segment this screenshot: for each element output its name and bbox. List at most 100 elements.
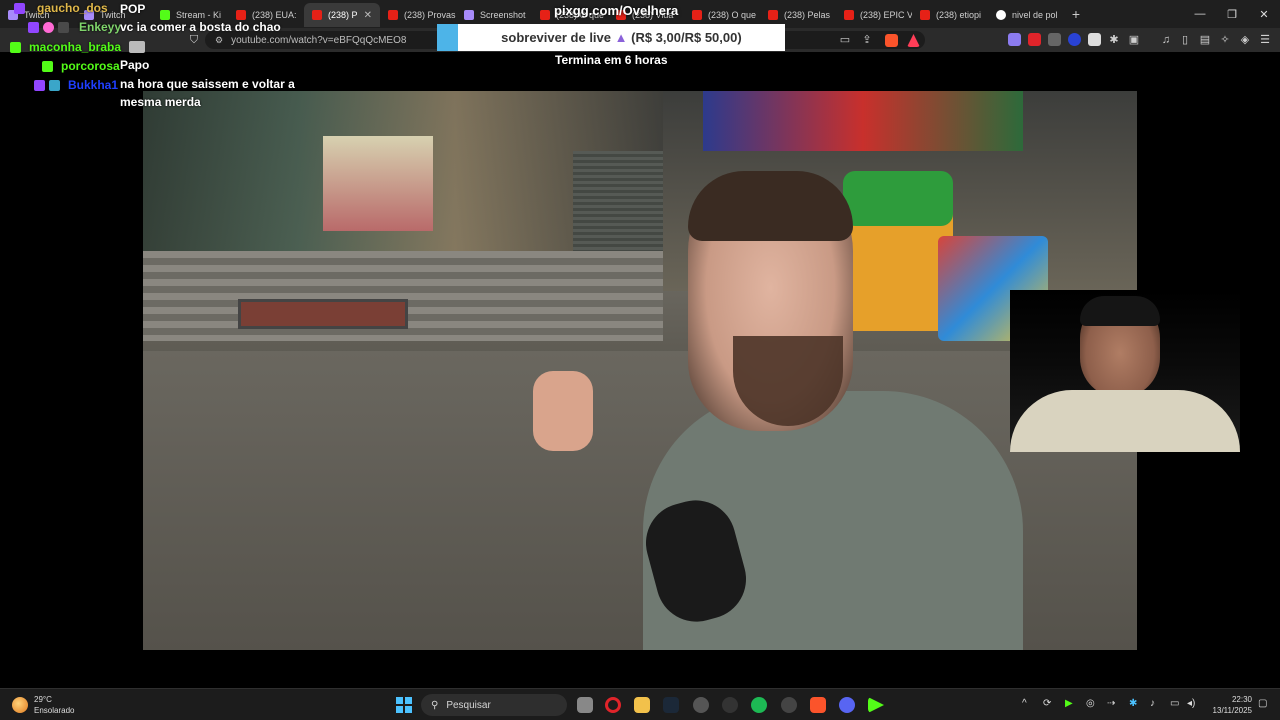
emote-icon: [129, 41, 146, 53]
browser-tab[interactable]: nivel de pol: [988, 3, 1064, 27]
microphone-icon[interactable]: ♪: [1150, 698, 1155, 709]
discord-icon[interactable]: [839, 697, 855, 713]
extension-icon[interactable]: [1088, 33, 1101, 46]
minimize-button[interactable]: —: [1184, 0, 1216, 28]
donation-goal-bar: sobreviver de live ▲ (R$ 3,00/R$ 50,00): [437, 24, 785, 51]
tray-icon[interactable]: ◎: [1086, 698, 1095, 709]
spotify-icon[interactable]: [751, 697, 767, 713]
file-explorer-icon[interactable]: [634, 697, 650, 713]
windows-taskbar: 29°C Ensolarado ⚲ Pesquisar ^ ⟳ ▶ ◎ ⇢ ✱ …: [0, 688, 1280, 720]
donation-title: pixgg.com/Ovelhera: [554, 3, 679, 18]
chat-username: Enkeyy: [79, 20, 122, 34]
donation-amount: (R$ 3,00/R$ 50,00): [631, 30, 742, 45]
wallet-icon[interactable]: ▤: [1197, 32, 1213, 48]
twitch-badge-icon: [14, 2, 25, 14]
chat-message: gaucho_dos: [14, 1, 108, 15]
tab-label: Screenshot: [480, 10, 526, 20]
youtube-icon: [768, 10, 778, 20]
brave-shield-icon[interactable]: [885, 34, 898, 47]
network-icon[interactable]: ▭: [1170, 698, 1179, 709]
start-button[interactable]: [396, 697, 412, 713]
video-player[interactable]: [143, 91, 1137, 650]
site-info-icon[interactable]: ⚙: [215, 35, 223, 46]
menu-icon[interactable]: ☰: [1257, 32, 1273, 48]
weather-desc: Ensolarado: [34, 706, 75, 715]
opera-gx-icon[interactable]: [605, 697, 621, 713]
tab-label: (238) Pelas: [784, 10, 831, 20]
close-tab-icon[interactable]: ✕: [364, 10, 372, 21]
sun-icon: [12, 697, 28, 713]
notification-icon[interactable]: ▢: [1258, 698, 1267, 709]
youtube-icon: [312, 10, 322, 20]
chat-text: na hora que saissem e voltar a: [120, 77, 295, 91]
tab-label: (238) O que: [708, 10, 757, 20]
extension-icon[interactable]: [1008, 33, 1021, 46]
sub-badge-icon: [34, 79, 45, 91]
url-text: youtube.com/watch?v=eBFQqQcMEO8: [231, 34, 407, 46]
app-icon[interactable]: [693, 697, 709, 713]
chat-text: POP: [120, 2, 146, 16]
extensions-puzzle-icon[interactable]: ✱: [1106, 32, 1122, 48]
app-icon[interactable]: [722, 697, 738, 713]
browser-tab[interactable]: (238) etiopi: [912, 3, 988, 27]
clock-time: 22:30: [1231, 695, 1252, 704]
steam-icon[interactable]: [663, 697, 679, 713]
chevron-up-icon[interactable]: ^: [1022, 698, 1027, 709]
share-icon[interactable]: ⇪: [859, 32, 875, 48]
chat-message: Bukkha1: [34, 78, 118, 92]
sword-badge-icon: [58, 21, 69, 33]
task-view-icon[interactable]: [577, 697, 593, 713]
donation-goal-icon: ▲: [614, 30, 628, 45]
green-tarp: [843, 171, 953, 226]
media-icon[interactable]: ♫: [1158, 32, 1174, 48]
close-window-button[interactable]: ✕: [1248, 0, 1280, 28]
taskbar-clock[interactable]: 22:30 13/11/2025: [1213, 694, 1252, 716]
shop-banners: [703, 91, 1023, 151]
clock-date: 13/11/2025: [1212, 706, 1252, 715]
search-placeholder: Pesquisar: [446, 699, 491, 711]
tab-label: (238) P: [328, 10, 358, 20]
taskbar-search[interactable]: ⚲ Pesquisar: [421, 694, 567, 716]
youtube-icon: [388, 10, 398, 20]
heart-badge-icon: [43, 21, 54, 33]
tray-icon[interactable]: ⇢: [1107, 698, 1115, 709]
app-icon[interactable]: [781, 697, 797, 713]
chat-username: Bukkha1: [68, 78, 119, 92]
brave-icon[interactable]: [810, 697, 826, 713]
hand-gesture: [533, 371, 593, 451]
extension-icon[interactable]: [1068, 33, 1081, 46]
browser-tab[interactable]: (238) P ✕: [304, 3, 380, 27]
youtube-icon: [540, 10, 550, 20]
new-tab-button[interactable]: +: [1064, 6, 1088, 22]
sidebar-icon[interactable]: ▯: [1177, 32, 1193, 48]
google-icon: [996, 10, 1006, 20]
pen-icon: [464, 10, 474, 20]
tab-label: (238) EPIC V: [860, 10, 912, 20]
vpn-shield-icon[interactable]: ◈: [1237, 32, 1253, 48]
donation-goal-text: sobreviver de live ▲ (R$ 3,00/R$ 50,00): [458, 30, 785, 45]
rolling-shutter: [573, 151, 663, 251]
weather-widget[interactable]: 29°C Ensolarado: [12, 694, 74, 716]
app-icon[interactable]: [868, 697, 884, 713]
leo-ai-icon[interactable]: ✧: [1217, 32, 1233, 48]
extension-icon[interactable]: [1048, 33, 1061, 46]
donation-progress-fill: [437, 24, 458, 51]
search-icon: ⚲: [431, 699, 439, 711]
browser-tab[interactable]: (238) EPIC V: [836, 3, 912, 27]
cart: [238, 299, 408, 329]
tray-icon[interactable]: ⟳: [1043, 698, 1051, 709]
streamer-shirt: [1010, 390, 1240, 452]
extension-icon[interactable]: [1028, 33, 1041, 46]
chat-username: porcorosa: [61, 59, 120, 73]
restore-button[interactable]: ❐: [1216, 0, 1248, 28]
tray-icon[interactable]: ▶: [1065, 698, 1073, 709]
chat-username: maconha_braba: [29, 40, 122, 54]
bluetooth-icon[interactable]: ✱: [1129, 698, 1137, 709]
screenshot-icon[interactable]: ▣: [1126, 32, 1142, 48]
kick-badge-icon: [10, 41, 21, 53]
chat-text: mesma merda: [120, 95, 201, 109]
chat-username: gaucho_dos: [37, 1, 108, 15]
cast-icon[interactable]: ▭: [837, 32, 853, 48]
volume-icon[interactable]: ◂): [1187, 698, 1195, 709]
goal-timer: Termina em 6 horas: [555, 53, 668, 67]
